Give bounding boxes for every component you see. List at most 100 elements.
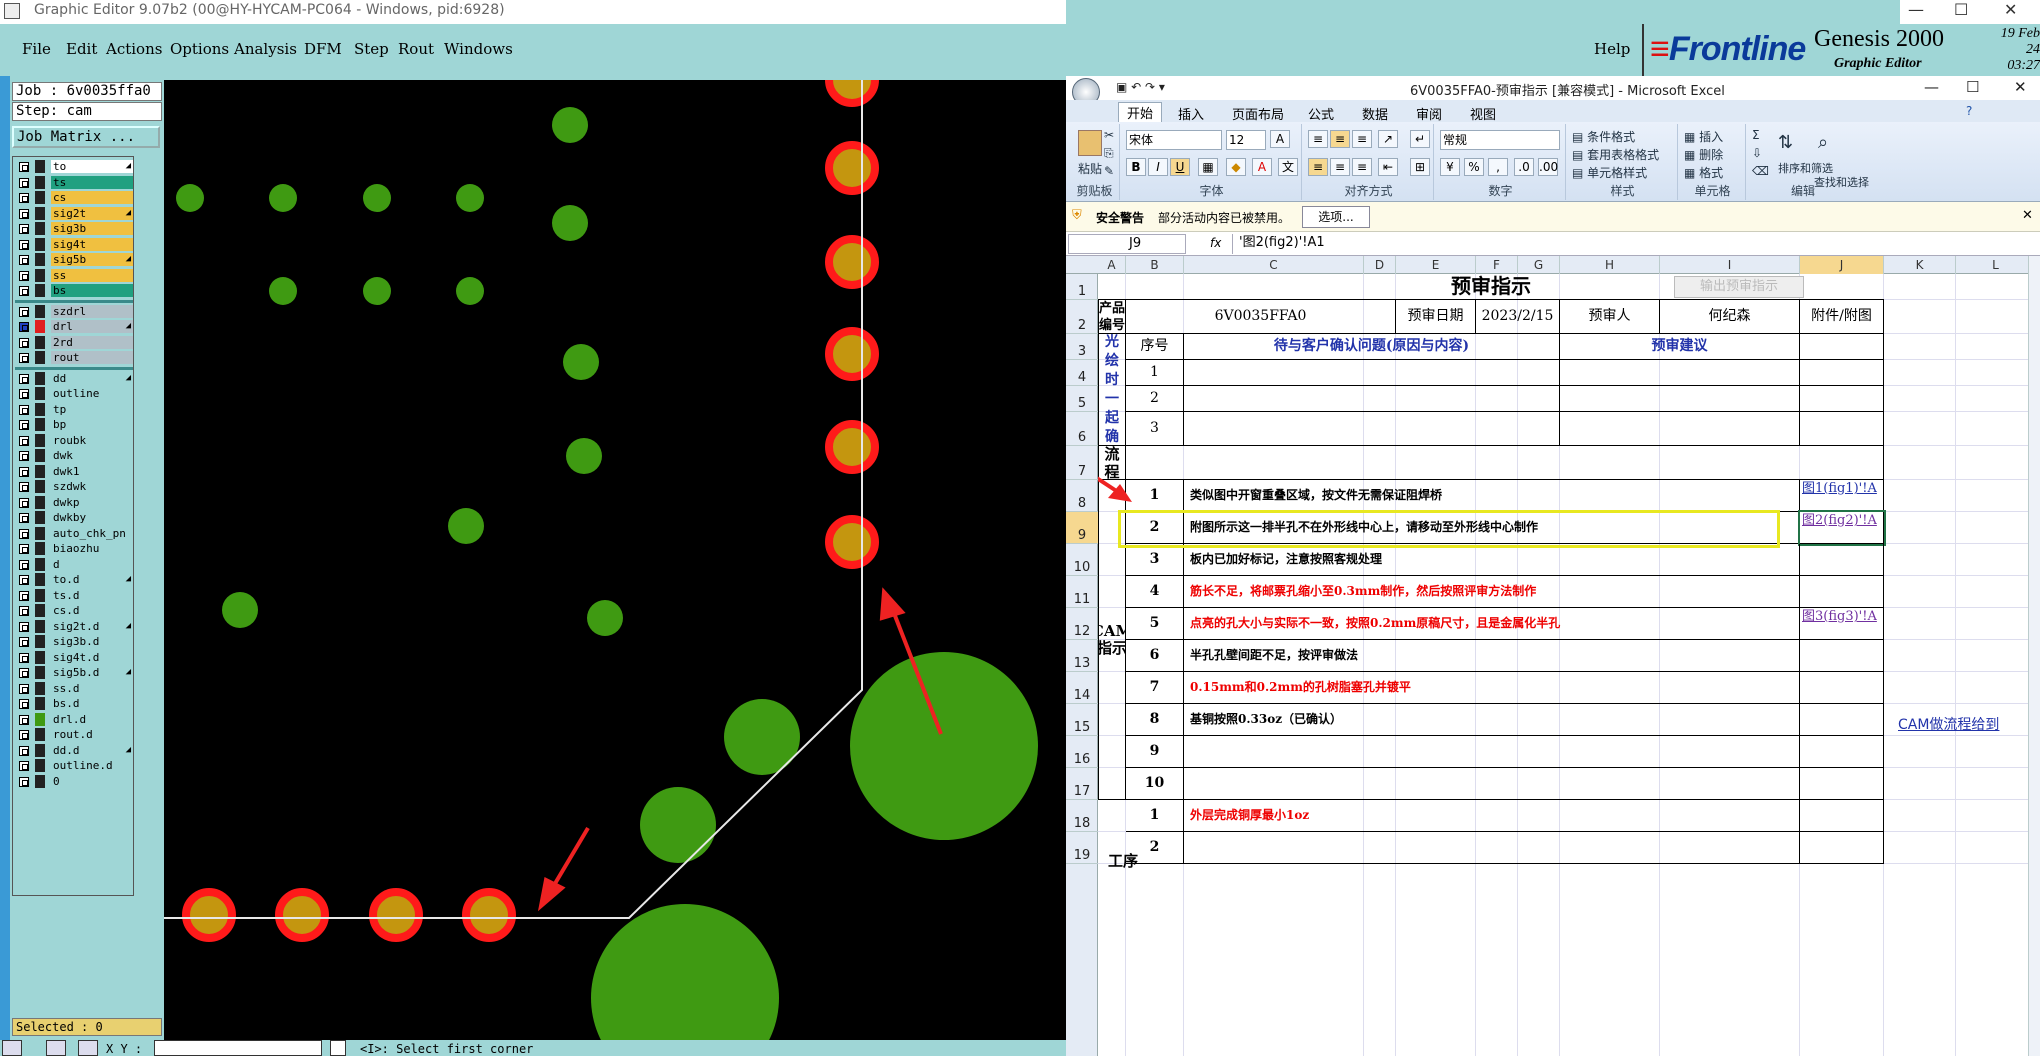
cell-styles-button[interactable]: ▤ 单元格样式 xyxy=(1572,164,1647,181)
cam-row-number[interactable]: 2 xyxy=(1126,512,1184,544)
row-header[interactable]: 3 xyxy=(1066,334,1098,360)
column-header[interactable]: B xyxy=(1126,256,1184,274)
confirm-group-label[interactable]: 待确认光绘时一起确认问题 xyxy=(1098,334,1126,446)
fill-icon[interactable]: ⇩ xyxy=(1752,146,1762,160)
layer-checkbox[interactable] xyxy=(19,255,29,265)
font-color-icon[interactable]: A xyxy=(1252,158,1272,176)
excel-close-icon[interactable]: ✕ xyxy=(2014,78,2027,96)
column-header[interactable]: G xyxy=(1518,256,1560,274)
suggestion-cell[interactable] xyxy=(1560,360,1800,386)
cam-row-number[interactable]: 7 xyxy=(1126,672,1184,704)
layer-checkbox[interactable] xyxy=(19,435,29,446)
cam-row-number[interactable]: 4 xyxy=(1126,576,1184,608)
layer-name[interactable]: drl.d xyxy=(51,712,133,726)
cam-instruction-text[interactable]: 0.15mm和0.2mm的孔树脂塞孔并镀平 xyxy=(1184,672,1800,704)
menu-step[interactable]: Step xyxy=(354,40,389,58)
format-cells-button[interactable]: ▦ 格式 xyxy=(1684,164,1723,181)
layer-name[interactable]: szdwk xyxy=(51,480,133,493)
layer-name[interactable]: outline xyxy=(51,387,133,400)
layer-row[interactable]: sig4t xyxy=(15,237,133,252)
layer-name[interactable]: drl ◢ xyxy=(51,320,133,333)
row-header[interactable]: 7 xyxy=(1066,446,1098,480)
layer-name[interactable]: dd ◢ xyxy=(51,371,133,385)
layer-row[interactable]: to.d ◢ xyxy=(15,572,133,587)
layer-checkbox[interactable] xyxy=(19,776,29,787)
layer-checkbox[interactable] xyxy=(19,730,29,740)
layer-row[interactable]: sig2t ◢ xyxy=(15,206,133,221)
sequence-number[interactable]: 2 xyxy=(1126,386,1184,412)
layer-checkbox[interactable] xyxy=(19,286,29,296)
attachment-link[interactable] xyxy=(1800,576,1884,608)
layer-name[interactable]: to.d ◢ xyxy=(51,573,133,586)
column-header[interactable]: K xyxy=(1884,256,1956,274)
row-header[interactable]: 4 xyxy=(1066,360,1098,386)
percent-icon[interactable]: % xyxy=(1464,158,1484,176)
attachment-cell[interactable] xyxy=(1800,832,1884,864)
attachment-link[interactable] xyxy=(1800,544,1884,576)
layer-checkbox[interactable] xyxy=(19,451,29,461)
layer-name[interactable]: bp xyxy=(51,418,133,431)
layer-checkbox[interactable] xyxy=(19,420,29,430)
reviewer-label[interactable]: 预审人 xyxy=(1560,300,1660,334)
align-left-icon[interactable]: ≡ xyxy=(1308,158,1328,176)
increase-decimal-icon[interactable]: .0 xyxy=(1514,158,1534,176)
border-icon[interactable]: ▦ xyxy=(1198,158,1218,176)
paste-icon[interactable] xyxy=(1078,130,1102,156)
attachment-link[interactable] xyxy=(1800,704,1884,736)
tab-page-layout[interactable]: 页面布局 xyxy=(1232,104,1284,123)
cam-instruction-text[interactable]: 点亮的孔大小与实际不一致，按照0.2mm原稿尺寸，且是金属化半孔 xyxy=(1184,608,1800,640)
layer-checkbox[interactable] xyxy=(19,544,29,554)
menu-edit[interactable]: Edit xyxy=(66,40,97,58)
layer-row[interactable]: dwkby xyxy=(15,510,133,525)
layer-row[interactable]: drl ◢ xyxy=(15,319,133,334)
attachment-link[interactable] xyxy=(1800,640,1884,672)
reviewer-value[interactable]: 何纪森 xyxy=(1660,300,1800,334)
layer-row[interactable]: 0 xyxy=(15,774,133,789)
review-date-label[interactable]: 预审日期 xyxy=(1396,300,1476,334)
tab-insert[interactable]: 插入 xyxy=(1178,104,1204,123)
cam-instruction-text[interactable]: 板内已加好标记，注意按照客规处理 xyxy=(1184,544,1800,576)
cam-row-number[interactable]: 3 xyxy=(1126,544,1184,576)
layer-name[interactable]: ts xyxy=(51,175,133,189)
attachment-cell[interactable] xyxy=(1800,334,1884,360)
pan-icon[interactable] xyxy=(46,1040,66,1056)
excel-minimize-icon[interactable]: — xyxy=(1924,78,1939,96)
attachment-link[interactable]: 图3(fig3)'!A xyxy=(1800,608,1884,640)
cam-instruction-text[interactable]: 附图所示这一排半孔不在外形线中心上，请移动至外形线中心制作 xyxy=(1184,512,1800,544)
sequence-number[interactable]: 1 xyxy=(1126,360,1184,386)
layer-name[interactable]: dd.d ◢ xyxy=(51,743,133,757)
product-code-label[interactable]: 产品编号 xyxy=(1098,300,1126,334)
comma-icon[interactable]: , xyxy=(1488,158,1508,176)
layer-row[interactable]: bs.d xyxy=(15,696,133,711)
layer-name[interactable]: cs.d xyxy=(51,604,133,617)
sheet-grid[interactable]: 预审指示 输出预审指示 产品编号 6V0035FFA0 预审日期 2023/2/15 预审人… xyxy=(1098,274,2040,1056)
vertical-scrollbar[interactable] xyxy=(2028,256,2040,1056)
layer-checkbox[interactable] xyxy=(19,668,29,678)
layer-row[interactable]: sig4t.d xyxy=(15,650,133,665)
layer-row[interactable]: sig3b.d xyxy=(15,634,133,649)
cam-instruction-text[interactable] xyxy=(1184,768,1800,800)
minimize-icon[interactable]: — xyxy=(1908,0,1924,19)
insert-cells-button[interactable]: ▦ 插入 xyxy=(1684,128,1723,145)
row-header[interactable]: 15 xyxy=(1066,704,1098,736)
layer-name[interactable]: bs xyxy=(51,284,133,297)
find-icon[interactable]: ⌕ xyxy=(1818,132,1828,153)
merge-icon[interactable]: ⊞ xyxy=(1410,158,1430,176)
security-close-icon[interactable]: ✕ xyxy=(2022,208,2033,223)
cam-instruction-text[interactable]: 类似图中开窗重叠区域，按文件无需保证阻焊桥 xyxy=(1184,480,1800,512)
layer-row[interactable]: roubk xyxy=(15,433,133,448)
layer-name[interactable]: bs.d xyxy=(51,697,133,710)
process-row-text[interactable]: 外层完成铜厚最小1oz xyxy=(1184,800,1800,832)
layer-row[interactable]: d xyxy=(15,557,133,572)
tab-view[interactable]: 视图 xyxy=(1470,104,1496,123)
row-header[interactable]: 16 xyxy=(1066,736,1098,768)
layer-name[interactable]: dwk xyxy=(51,449,133,462)
format-table-button[interactable]: ▤ 套用表格格式 xyxy=(1572,146,1659,163)
layer-name[interactable]: rout.d xyxy=(51,728,133,741)
cam-instruction-label[interactable]: CAM指示 xyxy=(1098,480,1126,800)
security-options-button[interactable]: 选项... xyxy=(1302,206,1370,228)
align-right-icon[interactable]: ≡ xyxy=(1352,158,1372,176)
layer-row[interactable]: cs.d xyxy=(15,603,133,618)
row-header[interactable]: 10 xyxy=(1066,544,1098,576)
layer-row[interactable]: outline.d xyxy=(15,758,133,773)
